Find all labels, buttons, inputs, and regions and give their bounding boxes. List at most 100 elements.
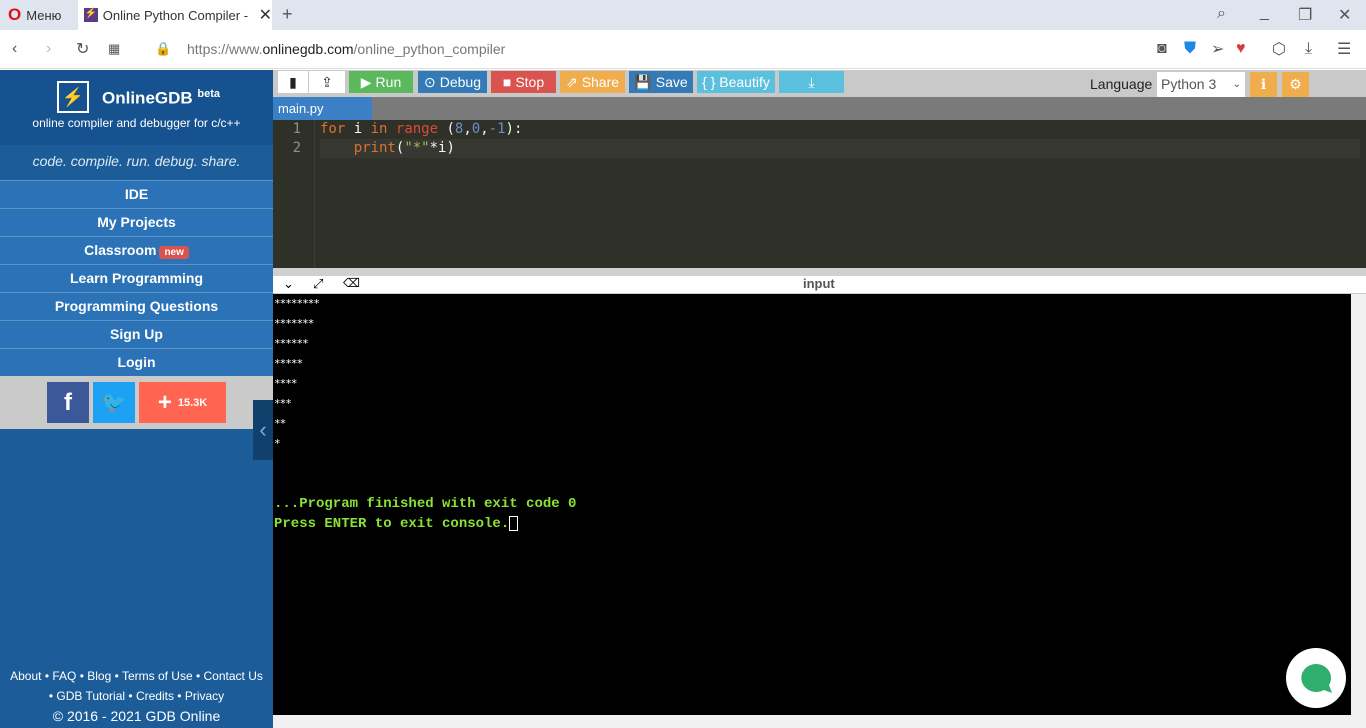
browser-tab-bar: O Меню ⚡ Online Python Compiler - o ✕ + ⌕ _… (0, 0, 1366, 30)
close-tab-icon[interactable]: ✕ (259, 5, 272, 25)
output-line: * (274, 437, 281, 450)
search-icon[interactable]: ⌕ (1217, 5, 1226, 23)
back-icon[interactable]: ‹ (12, 40, 17, 58)
copyright: © 2016 - 2021 GDB Online (52, 708, 221, 724)
facebook-icon[interactable]: f (47, 382, 89, 423)
speed-dial-icon[interactable]: ▦ (108, 41, 120, 57)
minimize-icon[interactable]: _ (1260, 4, 1269, 22)
footer: About • FAQ • Blog • Terms of Use • Cont… (0, 666, 273, 728)
code-editor[interactable]: 1 2 for i in range (8,0,-1): print("*"*i… (273, 120, 1366, 268)
output-line: ****** (274, 337, 309, 350)
nav-learn-programming[interactable]: Learn Programming (0, 264, 273, 292)
url-field[interactable]: https://www.onlinegdb.com/online_python_… (187, 41, 505, 57)
download-icon: ⤓ (808, 73, 815, 90)
forward-icon[interactable]: › (46, 40, 51, 58)
output-title: input (803, 276, 835, 291)
console-cursor (509, 516, 519, 531)
beautify-button[interactable]: { } Beautify (697, 71, 775, 93)
new-file-button[interactable]: ▮ (278, 71, 308, 93)
download-icon[interactable]: ⤓ (1305, 40, 1312, 58)
footer-contact[interactable]: Contact Us (204, 669, 263, 683)
output-line: **** (274, 377, 297, 390)
vertical-scrollbar[interactable] (1351, 294, 1366, 715)
settings-button[interactable]: ⚙ (1282, 72, 1309, 97)
restore-icon[interactable]: ❐ (1298, 5, 1312, 25)
file-tab-main-py[interactable]: main.py (273, 97, 372, 120)
collapse-output-icon[interactable]: ⌄ (283, 276, 294, 292)
output-line: ***** (274, 357, 303, 370)
tab-title: Online Python Compiler - o (102, 7, 251, 23)
footer-blog[interactable]: Blog (87, 669, 111, 683)
new-tab-icon[interactable]: + (282, 4, 293, 25)
download-button[interactable]: ⤓ (779, 71, 844, 93)
footer-privacy[interactable]: Privacy (185, 689, 224, 703)
opera-menu[interactable]: O Меню (8, 0, 61, 30)
language-select[interactable]: Python 3 ⌄ (1157, 72, 1245, 97)
opera-logo-icon: O (8, 5, 22, 24)
twitter-icon[interactable]: 🐦 (93, 382, 135, 423)
chat-bubble-icon (1301, 664, 1332, 693)
run-button[interactable]: ▶ Run (349, 71, 413, 93)
share-button[interactable]: ⇗ Share (560, 71, 625, 93)
footer-about[interactable]: About (10, 669, 41, 683)
stop-button[interactable]: ■ Stop (491, 71, 556, 93)
save-button[interactable]: 💾 Save (629, 71, 693, 93)
footer-terms[interactable]: Terms of Use (122, 669, 193, 683)
chevron-down-icon: ⌄ (1232, 79, 1241, 90)
info-button[interactable]: ℹ (1250, 72, 1277, 97)
share-count-button[interactable]: +15.3K (139, 382, 226, 423)
close-window-icon[interactable]: ✕ (1338, 5, 1351, 25)
toolbar: ▮ ⇪ ▶ Run ⊙ Debug ■ Stop ⇗ Share 💾 Save { } B… (273, 70, 1366, 97)
line-gutter: 1 2 (273, 120, 315, 268)
nav-classroom[interactable]: Classroom new (0, 236, 273, 264)
chat-button[interactable] (1286, 648, 1346, 708)
send-icon[interactable]: ➢ (1211, 39, 1224, 59)
line-number: 1 (292, 121, 301, 137)
expand-icon[interactable]: ⤢ (313, 276, 323, 292)
camera-icon[interactable]: ◙ (1157, 40, 1167, 58)
brand-header[interactable]: ⚡ OnlineGDB beta online compiler and deb… (0, 70, 273, 145)
heart-icon[interactable]: ♥ (1236, 40, 1246, 58)
upload-button[interactable]: ⇪ (309, 71, 345, 93)
line-number: 2 (292, 140, 301, 156)
language-label: Language (1090, 76, 1153, 92)
debug-button[interactable]: ⊙ Debug (418, 71, 487, 93)
shield-icon[interactable]: ⛊ (1184, 40, 1196, 58)
brand-name: OnlineGDB beta (102, 88, 221, 108)
debug-icon: ⊙ (424, 73, 436, 90)
stop-icon: ■ (502, 74, 512, 90)
footer-gdb-tutorial[interactable]: GDB Tutorial (56, 689, 125, 703)
code-content[interactable]: for i in range (8,0,-1): print("*"*i) (320, 120, 1360, 158)
nav-programming-questions[interactable]: Programming Questions (0, 292, 273, 320)
play-icon: ▶ (360, 73, 372, 90)
nav-login[interactable]: Login (0, 348, 273, 376)
code-line: print("*"*i) (320, 139, 1360, 158)
horizontal-scrollbar[interactable] (273, 715, 1366, 728)
output-line: ** (274, 417, 286, 430)
browser-tab[interactable]: ⚡ Online Python Compiler - o ✕ (78, 0, 272, 30)
exit-message: ...Program finished with exit code 0 (274, 496, 577, 512)
lock-icon: 🔒 (155, 41, 172, 56)
reload-icon[interactable]: ↻ (76, 39, 89, 59)
brand-subtitle: online compiler and debugger for c/c++ (32, 116, 241, 130)
output-header: ⌄ ⤢ ⌫ input (273, 276, 1366, 294)
file-tabs: main.py (273, 97, 1366, 120)
pane-divider[interactable] (273, 268, 1366, 276)
footer-faq[interactable]: FAQ (52, 669, 76, 683)
sidebar: ⚡ OnlineGDB beta online compiler and deb… (0, 70, 273, 728)
output-line: *** (274, 397, 292, 410)
code-line: for i in range (8,0,-1): (320, 121, 523, 137)
box-icon[interactable]: ⬡ (1272, 39, 1286, 59)
collapse-sidebar-button[interactable]: ‹ (253, 400, 273, 460)
settings-sliders-icon[interactable]: ☰ (1337, 39, 1351, 59)
nav-my-projects[interactable]: My Projects (0, 208, 273, 236)
footer-credits[interactable]: Credits (136, 689, 174, 703)
save-icon: 💾 (634, 73, 652, 90)
clear-console-icon[interactable]: ⌫ (343, 276, 360, 290)
tagline: code. compile. run. debug. share. (0, 145, 273, 180)
share-icon: ⇗ (565, 73, 578, 90)
nav-sign-up[interactable]: Sign Up (0, 320, 273, 348)
output-console[interactable]: ******** ******* ****** ***** **** *** *… (273, 294, 1351, 715)
nav-ide[interactable]: IDE (0, 180, 273, 208)
press-enter-message: Press ENTER to exit console. (274, 516, 519, 532)
